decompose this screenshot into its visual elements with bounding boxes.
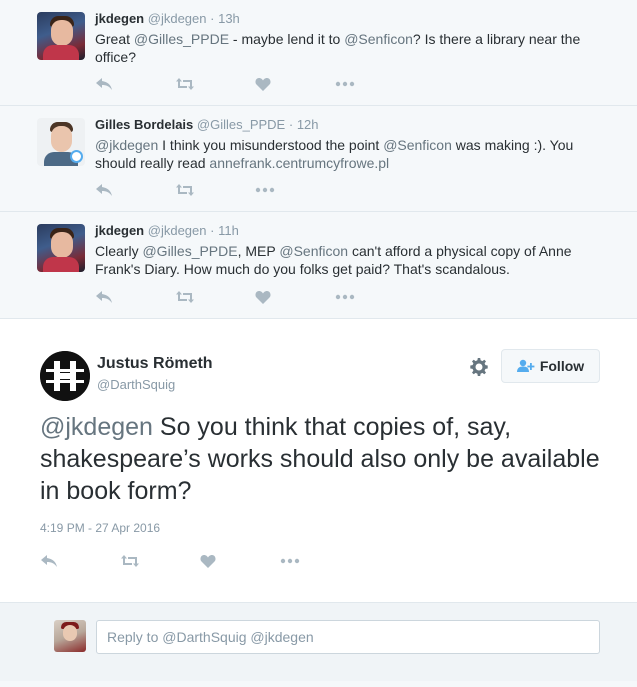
follow-button-label: Follow: [539, 358, 585, 374]
like-button[interactable]: [255, 288, 335, 306]
text-segment: , MEP: [237, 243, 280, 259]
retweet-button[interactable]: [175, 75, 255, 93]
tweet-header: jkdegen @jkdegen · 11h: [95, 222, 621, 240]
author-handle[interactable]: @DarthSquig: [97, 377, 175, 392]
more-button[interactable]: [335, 288, 415, 306]
retweet-icon: [176, 184, 194, 196]
tweet-timestamp[interactable]: 4:19 PM - 27 Apr 2016: [40, 521, 160, 535]
avatar[interactable]: [37, 118, 85, 166]
mention-link[interactable]: @jkdegen: [95, 137, 158, 153]
tweet-text: Great @Gilles_PPDE - maybe lend it to @S…: [95, 30, 621, 66]
retweet-icon: [176, 291, 194, 303]
permalink-tweet-text: @jkdegen So you think that copies of, sa…: [40, 411, 600, 507]
url-link[interactable]: annefrank.centrumcyfrowe.pl: [209, 155, 389, 171]
avatar: [54, 620, 86, 652]
more-icon: [255, 187, 275, 193]
text-segment: I think you misunderstood the point: [158, 137, 384, 153]
tweet-actions: [95, 181, 335, 199]
like-button[interactable]: [200, 552, 280, 570]
separator-dot: ·: [288, 117, 294, 132]
follow-button[interactable]: Follow: [501, 349, 600, 383]
like-icon: [255, 78, 271, 91]
tweet-timestamp[interactable]: 11h: [218, 223, 239, 238]
tweet-item[interactable]: jkdegen @jkdegen · 11h Clearly @Gilles_P…: [0, 212, 637, 319]
permalink-tweet: Justus Römeth @DarthSquig Follow @jkdege…: [0, 319, 637, 603]
tweet-actions: [40, 552, 360, 570]
retweet-icon: [121, 555, 139, 567]
mention-link[interactable]: @Gilles_PPDE: [134, 31, 229, 47]
avatar[interactable]: [37, 12, 85, 60]
reply-icon: [96, 78, 112, 90]
reply-icon: [96, 184, 112, 196]
reply-icon: [96, 291, 112, 303]
text-segment: - maybe lend it to: [229, 31, 345, 47]
avatar[interactable]: [37, 224, 85, 272]
retweet-button[interactable]: [120, 552, 200, 570]
reply-icon: [41, 555, 57, 567]
follow-person-icon: [516, 359, 535, 372]
separator-dot: ·: [210, 223, 215, 238]
retweet-button[interactable]: [175, 181, 255, 199]
tweet-author-name[interactable]: Gilles Bordelais: [95, 117, 193, 132]
tweet-header: Gilles Bordelais @Gilles_PPDE · 12h: [95, 116, 621, 134]
more-button[interactable]: [335, 75, 415, 93]
reply-button[interactable]: [95, 75, 175, 93]
like-icon: [255, 291, 271, 304]
tweet-actions: [95, 75, 415, 93]
separator-dot: ·: [210, 11, 215, 26]
text-segment: Great: [95, 31, 134, 47]
more-button[interactable]: [255, 181, 335, 199]
reply-button[interactable]: [40, 552, 120, 570]
reply-button[interactable]: [95, 288, 175, 306]
mention-link[interactable]: @Senficon: [383, 137, 452, 153]
tweet-header: jkdegen @jkdegen · 13h: [95, 10, 621, 28]
more-icon: [335, 81, 355, 87]
text-segment: Clearly: [95, 243, 143, 259]
tweet-author-handle[interactable]: @Gilles_PPDE: [197, 117, 285, 132]
tweet-author-name[interactable]: jkdegen: [95, 11, 144, 26]
tweet-timestamp[interactable]: 12h: [297, 117, 319, 132]
reply-input[interactable]: Reply to @DarthSquig @jkdegen: [96, 620, 600, 654]
more-button[interactable]: [280, 552, 360, 570]
mention-link[interactable]: @Senficon: [344, 31, 413, 47]
mention-link[interactable]: @Gilles_PPDE: [142, 243, 237, 259]
retweet-icon: [176, 78, 194, 90]
tweet-item[interactable]: Gilles Bordelais @Gilles_PPDE · 12h @jkd…: [0, 106, 637, 212]
tweet-author-handle[interactable]: @jkdegen: [148, 223, 207, 238]
tweet-timestamp[interactable]: 13h: [218, 11, 240, 26]
tweet-text: @jkdegen I think you misunderstood the p…: [95, 136, 621, 172]
tweet-text: Clearly @Gilles_PPDE, MEP @Senficon can'…: [95, 242, 621, 278]
reply-composer: Reply to @DarthSquig @jkdegen: [0, 603, 637, 681]
tweet-item[interactable]: jkdegen @jkdegen · 13h Great @Gilles_PPD…: [0, 0, 637, 106]
like-icon: [200, 555, 216, 568]
like-button[interactable]: [255, 75, 335, 93]
more-icon: [335, 294, 355, 300]
more-icon: [280, 558, 300, 564]
avatar[interactable]: [40, 351, 90, 401]
mention-link[interactable]: @Senficon: [279, 243, 348, 259]
gear-icon[interactable]: [469, 357, 489, 377]
retweet-button[interactable]: [175, 288, 255, 306]
tweet-author-handle[interactable]: @jkdegen: [148, 11, 207, 26]
conversation-thread: jkdegen @jkdegen · 13h Great @Gilles_PPD…: [0, 0, 637, 681]
reply-button[interactable]: [95, 181, 175, 199]
tweet-author-name[interactable]: jkdegen: [95, 223, 144, 238]
mention-link[interactable]: @jkdegen: [40, 413, 153, 441]
author-name[interactable]: Justus Römeth: [97, 355, 213, 373]
tweet-actions: [95, 288, 415, 306]
